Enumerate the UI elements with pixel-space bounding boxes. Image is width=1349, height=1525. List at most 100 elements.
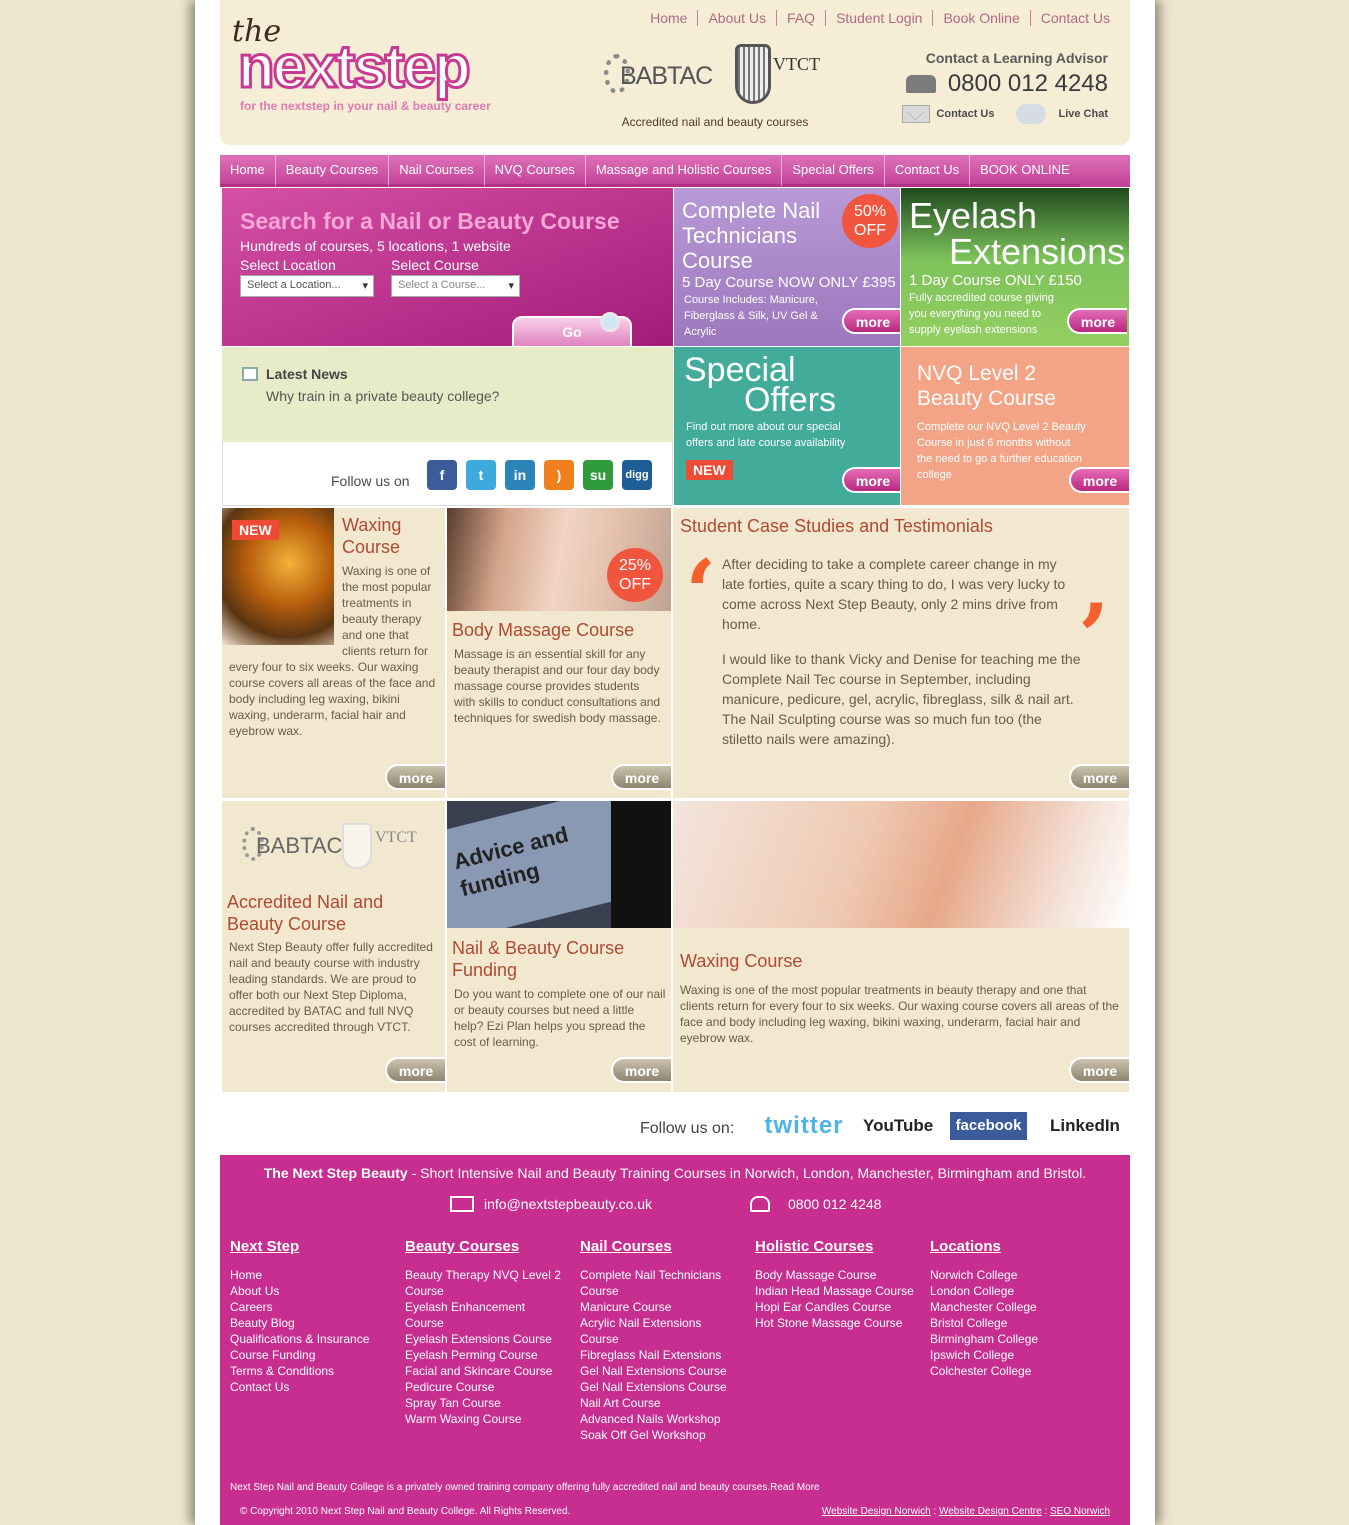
- footer-link[interactable]: Eyelash Perming Course: [405, 1347, 565, 1363]
- footer-link[interactable]: Manchester College: [930, 1299, 1100, 1315]
- top-nav-book-online[interactable]: Book Online: [932, 10, 1029, 26]
- footer-link[interactable]: Colchester College: [930, 1363, 1100, 1379]
- stumbleupon-icon[interactable]: su: [583, 460, 613, 490]
- promo-eyelash-desc: Fully accredited course giving you every…: [909, 292, 1054, 336]
- promo-eyelash-extensions[interactable]: Eyelash Extensions 1 Day Course ONLY £150…: [901, 188, 1129, 346]
- top-nav-home[interactable]: Home: [640, 10, 697, 26]
- footer-link[interactable]: Acrylic Nail Extensions Course: [580, 1315, 740, 1347]
- footer-link[interactable]: Birmingham College: [930, 1331, 1100, 1347]
- more-button[interactable]: more: [385, 1057, 445, 1083]
- footer-link[interactable]: Body Massage Course: [755, 1267, 915, 1283]
- footer-link[interactable]: Soak Off Gel Workshop: [580, 1427, 740, 1443]
- footer-link[interactable]: Norwich College: [930, 1267, 1100, 1283]
- promo-nvq-level2[interactable]: NVQ Level 2 Beauty Course Complete our N…: [901, 347, 1129, 505]
- footer-link[interactable]: Qualifications & Insurance: [230, 1331, 400, 1347]
- main-nav-nail-courses[interactable]: Nail Courses: [389, 155, 485, 187]
- more-button[interactable]: more: [611, 764, 671, 790]
- top-nav-contact[interactable]: Contact Us: [1029, 10, 1120, 26]
- card-testimonials: Student Case Studies and Testimonials ‘ …: [673, 508, 1129, 798]
- youtube-logo[interactable]: YouTube: [863, 1112, 933, 1140]
- footer-link[interactable]: Advanced Nails Workshop: [580, 1411, 740, 1427]
- credit-link[interactable]: Website Design Norwich: [822, 1506, 931, 1517]
- more-button[interactable]: more: [1069, 467, 1129, 493]
- testimonials-title[interactable]: Student Case Studies and Testimonials: [680, 515, 993, 537]
- promo-special-offers[interactable]: Special Offers Find out more about our sp…: [674, 347, 900, 505]
- footer-link[interactable]: Hopi Ear Candles Course: [755, 1299, 915, 1315]
- credit-link[interactable]: SEO Norwich: [1050, 1506, 1110, 1517]
- twitter-icon[interactable]: t: [466, 460, 496, 490]
- footer-link[interactable]: Facial and Skincare Course: [405, 1363, 565, 1379]
- footer-link[interactable]: Careers: [230, 1299, 400, 1315]
- footer-link[interactable]: Warm Waxing Course: [405, 1411, 565, 1427]
- contact-us-link[interactable]: Contact Us: [936, 108, 994, 120]
- facebook-logo[interactable]: facebook: [950, 1112, 1027, 1140]
- more-button[interactable]: more: [1069, 1057, 1129, 1083]
- facebook-icon[interactable]: f: [427, 460, 457, 490]
- main-nav-nvq-courses[interactable]: NVQ Courses: [484, 155, 586, 187]
- footer-link[interactable]: About Us: [230, 1283, 400, 1299]
- promo-offers-title: Special Offers: [684, 351, 836, 419]
- top-nav-student-login[interactable]: Student Login: [825, 10, 932, 26]
- rss-icon[interactable]: ): [544, 460, 574, 490]
- news-item-link[interactable]: Why train in a private beauty college?: [266, 388, 499, 404]
- main-nav-beauty-courses[interactable]: Beauty Courses: [275, 155, 390, 187]
- main-nav-special-offers[interactable]: Special Offers: [782, 155, 885, 187]
- page-container: Home About Us FAQ Student Login Book Onl…: [195, 0, 1155, 1525]
- footer-link[interactable]: Terms & Conditions: [230, 1363, 400, 1379]
- footer-link[interactable]: Ipswich College: [930, 1347, 1100, 1363]
- footer-link[interactable]: Eyelash Extensions Course: [405, 1331, 565, 1347]
- footer-link[interactable]: Contact Us: [230, 1379, 400, 1395]
- top-nav-faq[interactable]: FAQ: [776, 10, 825, 26]
- footer-link[interactable]: Spray Tan Course: [405, 1395, 565, 1411]
- footer-link[interactable]: London College: [930, 1283, 1100, 1299]
- more-button[interactable]: more: [1067, 308, 1127, 334]
- linkedin-logo[interactable]: LinkedIn: [1040, 1112, 1130, 1140]
- linkedin-icon[interactable]: in: [505, 460, 535, 490]
- footer-link[interactable]: Gel Nail Extensions Course: [580, 1363, 740, 1379]
- footer-link[interactable]: Manicure Course: [580, 1299, 740, 1315]
- massage-title[interactable]: Body Massage Course: [452, 619, 634, 641]
- footer-link[interactable]: Pedicure Course: [405, 1379, 565, 1395]
- digg-icon[interactable]: digg: [622, 460, 652, 490]
- chat-bubble-icon: [1016, 104, 1047, 124]
- footer-link[interactable]: Nail Art Course: [580, 1395, 740, 1411]
- footer-link[interactable]: Beauty Therapy NVQ Level 2 Course: [405, 1267, 565, 1299]
- main-nav-contact[interactable]: Contact Us: [884, 155, 971, 187]
- more-button[interactable]: more: [842, 308, 900, 334]
- funding-title[interactable]: Nail & Beauty Course Funding: [452, 937, 662, 981]
- waxing-title[interactable]: Waxing Course: [342, 514, 442, 558]
- footer-link[interactable]: Course Funding: [230, 1347, 400, 1363]
- footer-link[interactable]: Indian Head Massage Course: [755, 1283, 915, 1299]
- footer-link[interactable]: Eyelash Enhancement Course: [405, 1299, 565, 1331]
- footer-link[interactable]: Fibreglass Nail Extensions: [580, 1347, 740, 1363]
- waxing-text: Waxing is one of the most popular treatm…: [342, 564, 432, 658]
- more-button[interactable]: more: [611, 1057, 671, 1083]
- more-button[interactable]: more: [385, 764, 445, 790]
- main-nav-massage-holistic[interactable]: Massage and Holistic Courses: [585, 155, 783, 187]
- footer-link[interactable]: Beauty Blog: [230, 1315, 400, 1331]
- twitter-logo[interactable]: twitter: [750, 1112, 858, 1140]
- footer-link[interactable]: Bristol College: [930, 1315, 1100, 1331]
- footer-email[interactable]: info@nextstepbeauty.co.uk: [450, 1196, 652, 1212]
- main-nav-book-online[interactable]: BOOK ONLINE: [970, 155, 1080, 187]
- live-chat-link[interactable]: Live Chat: [1058, 108, 1108, 120]
- credit-link[interactable]: Website Design Centre: [939, 1506, 1042, 1517]
- promo-nvq-title: NVQ Level 2 Beauty Course: [917, 362, 1056, 410]
- location-select[interactable]: Select a Location...: [240, 275, 374, 297]
- more-button[interactable]: more: [842, 467, 900, 493]
- search-go-button[interactable]: Go: [512, 312, 632, 346]
- footer-link[interactable]: Gel Nail Extensions Course: [580, 1379, 740, 1395]
- course-select[interactable]: Select a Course...: [391, 275, 520, 297]
- footer-link[interactable]: Complete Nail Technicians Course: [580, 1267, 740, 1299]
- top-nav-about[interactable]: About Us: [697, 10, 776, 26]
- main-nav-home[interactable]: Home: [220, 155, 276, 187]
- more-button[interactable]: more: [1069, 764, 1129, 790]
- waxing2-title[interactable]: Waxing Course: [680, 950, 802, 972]
- promo-nail-technicians[interactable]: Complete Nail Technicians Course 50% OFF…: [674, 188, 900, 346]
- footer-link[interactable]: Hot Stone Massage Course: [755, 1315, 915, 1331]
- site-logo[interactable]: the nextstep for the nextstep in your na…: [232, 12, 562, 122]
- footer-link[interactable]: Home: [230, 1267, 400, 1283]
- vtct-crest-icon: [735, 44, 771, 104]
- course-search-panel: Search for a Nail or Beauty Course Hundr…: [222, 188, 673, 346]
- accredited-title[interactable]: Accredited Nail and Beauty Course: [227, 891, 442, 935]
